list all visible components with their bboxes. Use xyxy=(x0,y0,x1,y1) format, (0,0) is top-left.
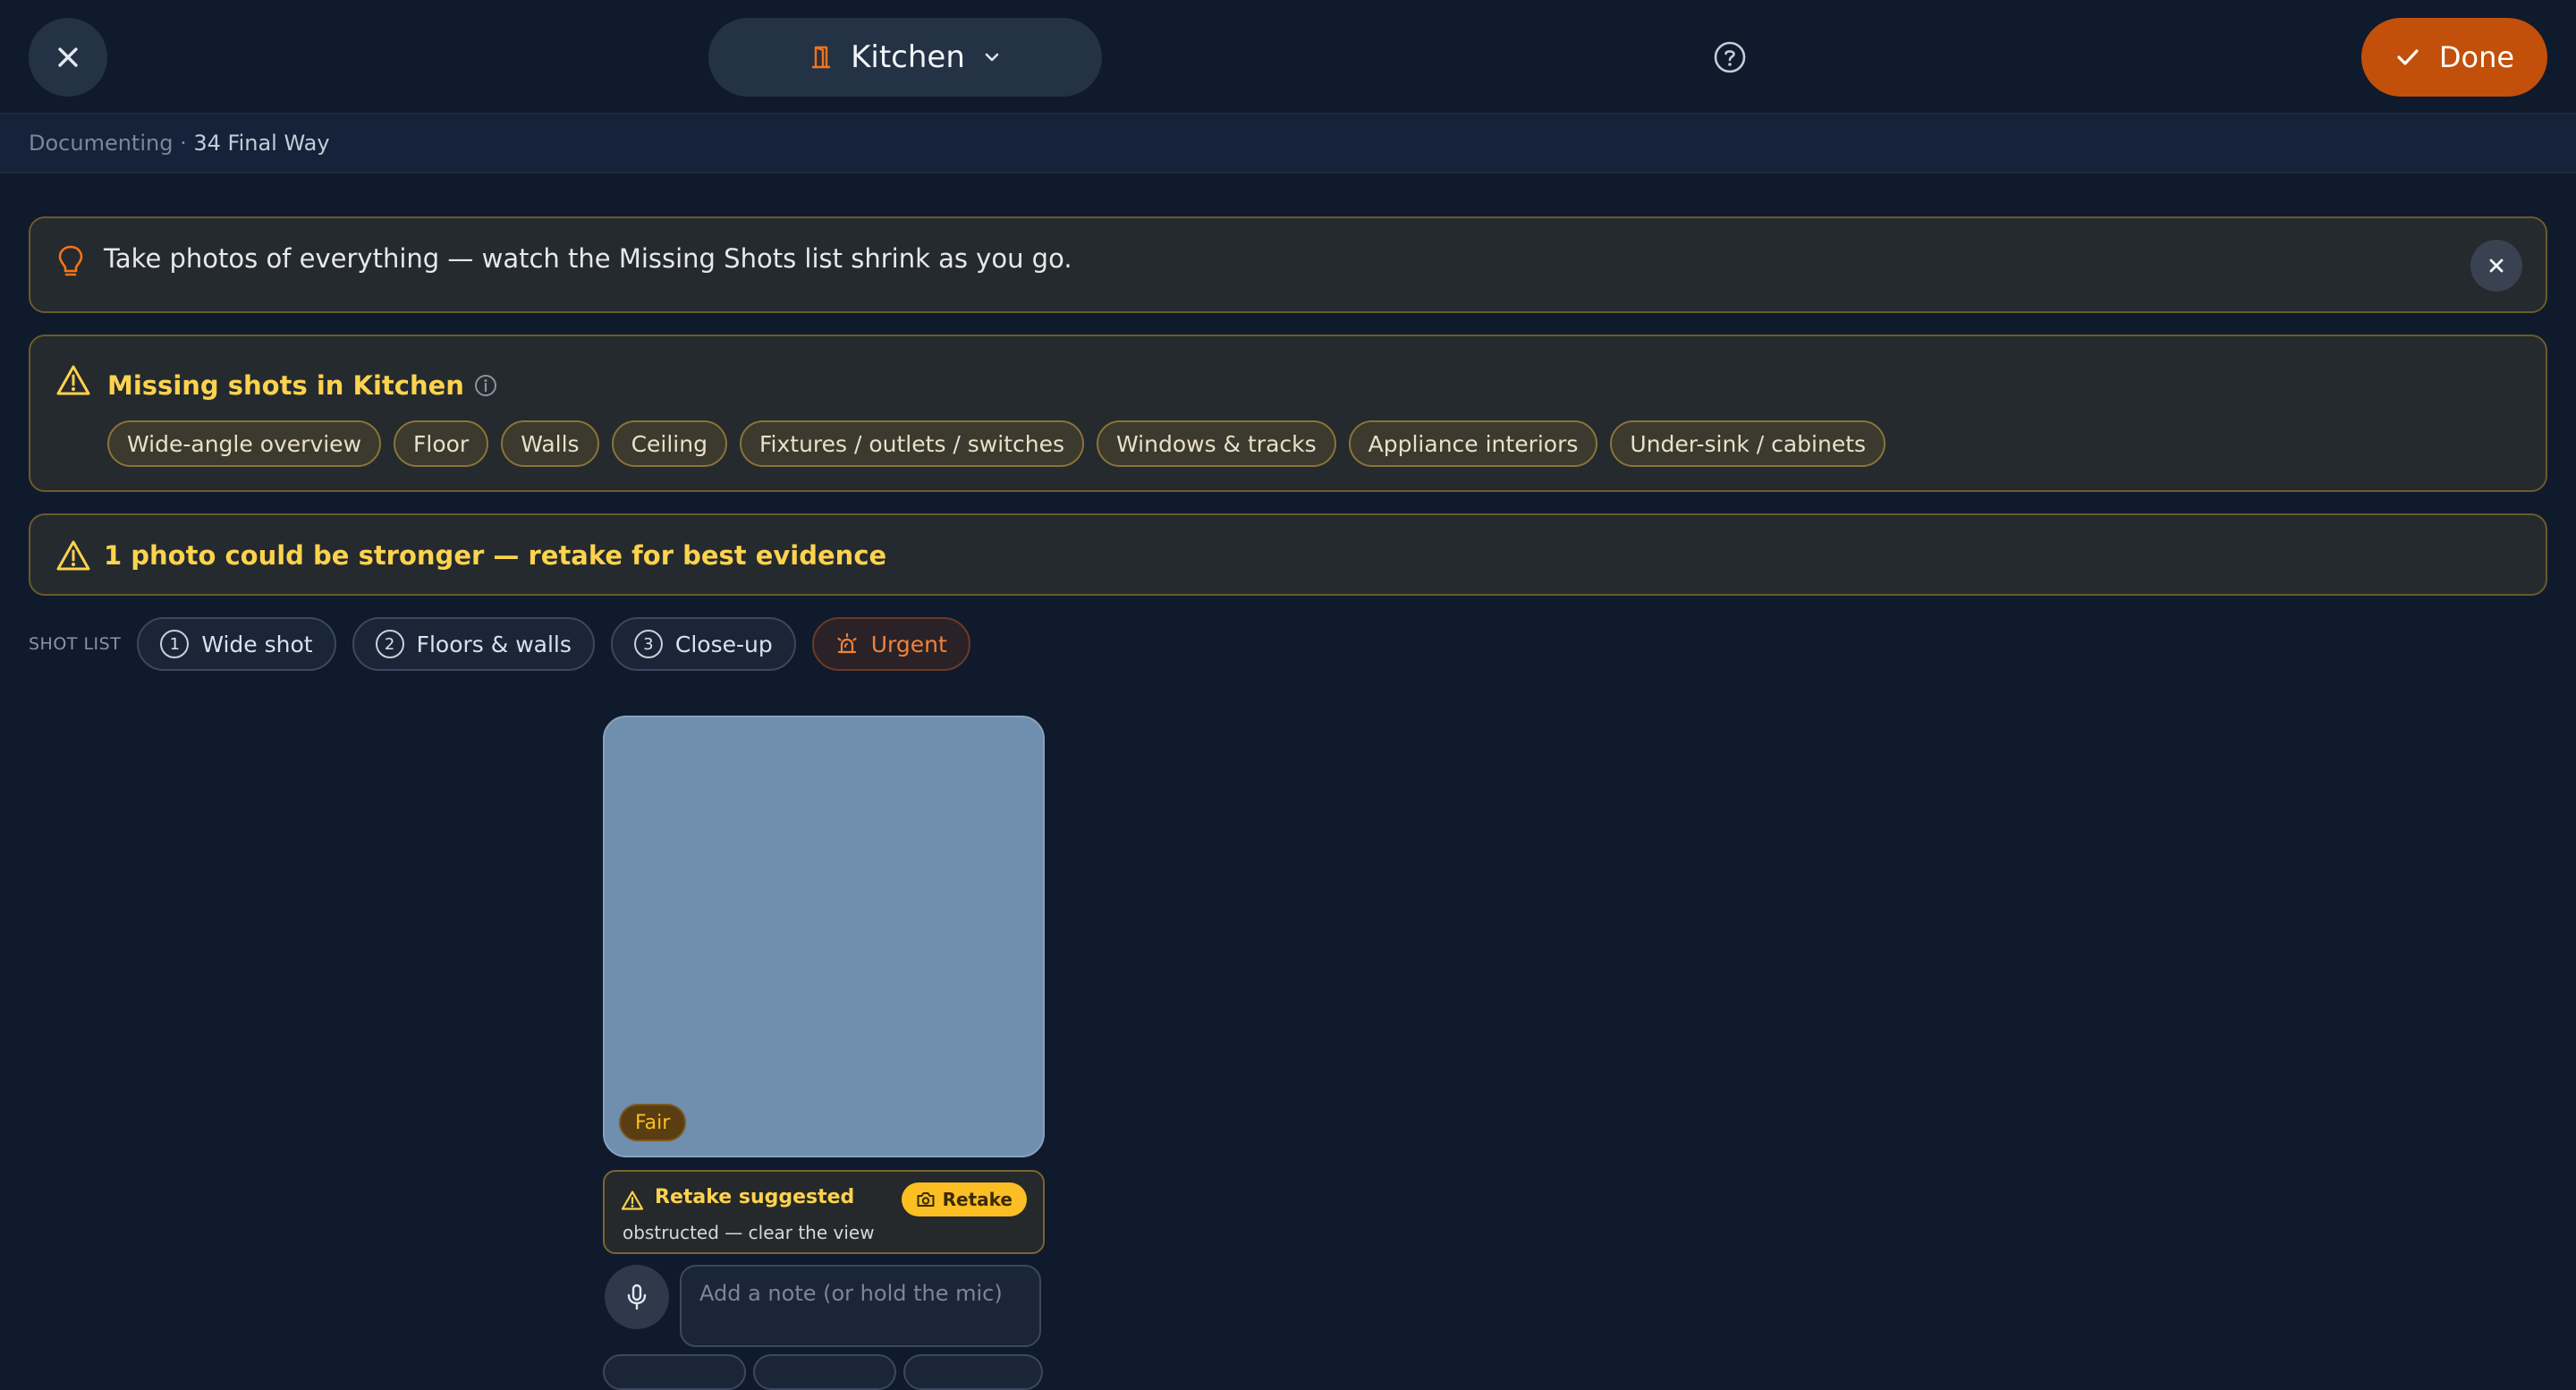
retake-button-label: Retake xyxy=(942,1189,1013,1210)
missing-shot-chip[interactable]: Appliance interiors xyxy=(1348,420,1598,467)
shot-label: Close-up xyxy=(674,631,773,657)
warning-icon xyxy=(56,540,90,571)
missing-shots-title: Missing shots in Kitchen xyxy=(107,370,498,401)
help-circle-icon xyxy=(1714,41,1746,73)
tip-banner: Take photos of everything — watch the Mi… xyxy=(29,216,2547,313)
warning-icon xyxy=(56,365,90,395)
missing-shot-chip[interactable]: Under-sink / cabinets xyxy=(1610,420,1886,467)
photo-thumbnail[interactable]: Fair xyxy=(603,716,1045,1157)
shot-list-item-floors-walls[interactable]: 2 Floors & walls xyxy=(352,617,595,671)
retake-button[interactable]: Retake xyxy=(901,1182,1027,1216)
missing-shot-chip[interactable]: Ceiling xyxy=(611,420,727,467)
close-icon xyxy=(58,47,78,67)
info-icon[interactable] xyxy=(473,373,498,398)
tip-text: Take photos of everything — watch the Mi… xyxy=(104,243,1072,274)
shot-list-item-close-up[interactable]: 3 Close-up xyxy=(610,617,796,671)
mic-icon xyxy=(627,1284,647,1310)
shot-list-label: SHOT LIST xyxy=(29,634,122,654)
breadcrumb: Documenting · 34 Final Way xyxy=(0,114,2576,174)
shot-list-item-wide[interactable]: 1 Wide shot xyxy=(137,617,336,671)
done-button[interactable]: Done xyxy=(2361,18,2547,97)
mic-button[interactable] xyxy=(605,1265,669,1329)
retake-reason: obstructed — clear the view xyxy=(623,1222,875,1243)
dismiss-tip-button[interactable] xyxy=(2470,240,2522,292)
retake-banner-text: 1 photo could be stronger — retake for b… xyxy=(104,540,887,571)
lightbulb-icon xyxy=(58,245,83,276)
urgent-label: Urgent xyxy=(870,631,947,657)
note-input[interactable] xyxy=(680,1265,1041,1347)
missing-shots-title-text: Missing shots in Kitchen xyxy=(107,370,464,401)
shot-number: 2 xyxy=(375,630,404,658)
missing-shots-chips: Wide-angle overview Floor Walls Ceiling … xyxy=(107,420,1886,467)
door-icon xyxy=(812,46,831,69)
shot-number: 1 xyxy=(160,630,190,658)
help-button[interactable] xyxy=(1712,39,1748,75)
top-bar: Kitchen Done xyxy=(0,0,2576,114)
camera-icon xyxy=(917,1192,935,1207)
retake-banner[interactable]: 1 photo could be stronger — retake for b… xyxy=(29,513,2547,596)
close-button[interactable] xyxy=(29,18,107,97)
done-label: Done xyxy=(2438,40,2515,74)
quality-badge: Fair xyxy=(619,1104,687,1141)
missing-shot-chip[interactable]: Walls xyxy=(501,420,599,467)
check-icon xyxy=(2397,49,2419,65)
shot-number: 3 xyxy=(633,630,663,658)
property-address: 34 Final Way xyxy=(193,131,330,156)
close-icon xyxy=(2489,259,2504,273)
shot-label: Floors & walls xyxy=(416,631,572,657)
siren-icon xyxy=(837,632,857,654)
missing-shot-chip[interactable]: Fixtures / outlets / switches xyxy=(739,420,1084,467)
documenting-status: Documenting · xyxy=(29,131,194,156)
tag-chip[interactable] xyxy=(603,1354,746,1390)
tag-chip[interactable] xyxy=(903,1354,1043,1390)
missing-shot-chip[interactable]: Windows & tracks xyxy=(1097,420,1336,467)
room-name: Kitchen xyxy=(851,39,965,75)
retake-suggestion: Retake suggested obstructed — clear the … xyxy=(603,1170,1045,1254)
missing-shot-chip[interactable]: Wide-angle overview xyxy=(107,420,382,467)
urgent-button[interactable]: Urgent xyxy=(811,617,970,671)
tag-chip[interactable] xyxy=(753,1354,896,1390)
missing-shot-chip[interactable]: Floor xyxy=(394,420,489,467)
retake-title: Retake suggested xyxy=(655,1186,855,1208)
shot-list: SHOT LIST 1 Wide shot 2 Floors & walls 3… xyxy=(29,617,970,671)
room-selector[interactable]: Kitchen xyxy=(708,18,1102,97)
shot-label: Wide shot xyxy=(201,631,313,657)
missing-shots-panel: Missing shots in Kitchen Wide-angle over… xyxy=(29,335,2547,492)
warning-icon xyxy=(621,1191,644,1210)
chevron-down-icon xyxy=(985,53,999,62)
